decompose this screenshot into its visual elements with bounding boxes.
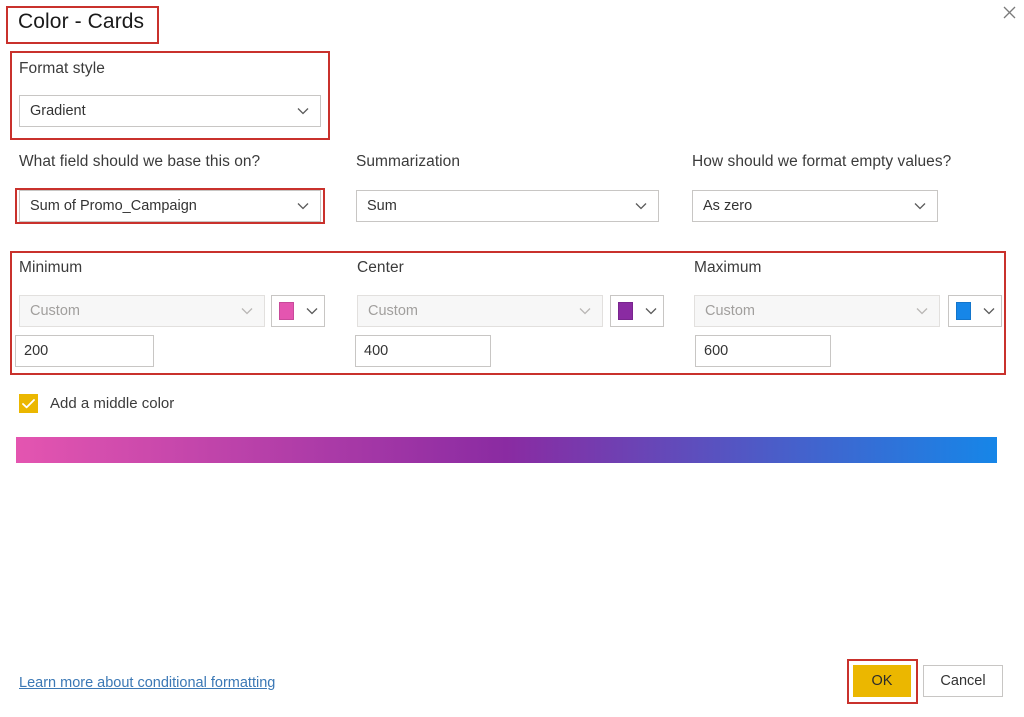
maximum-value-input[interactable]: 600 xyxy=(695,335,831,367)
base-field-label: What field should we base this on? xyxy=(19,153,261,170)
center-color-picker[interactable] xyxy=(610,295,664,327)
color-swatch-icon xyxy=(279,302,294,320)
color-swatch-icon xyxy=(956,302,971,320)
close-icon xyxy=(1003,6,1016,19)
dialog-title: Color - Cards xyxy=(18,10,145,33)
empty-values-label: How should we format empty values? xyxy=(692,153,952,170)
base-field-dropdown[interactable]: Sum of Promo_Campaign xyxy=(19,190,321,222)
maximum-mode-value: Custom xyxy=(705,303,755,319)
minimum-color-picker[interactable] xyxy=(271,295,325,327)
summarization-value: Sum xyxy=(367,198,397,214)
chevron-down-icon xyxy=(639,307,663,315)
chevron-down-icon xyxy=(574,307,596,315)
empty-values-dropdown[interactable]: As zero xyxy=(692,190,938,222)
color-swatch-icon xyxy=(618,302,633,320)
center-mode-value: Custom xyxy=(368,303,418,319)
close-button[interactable] xyxy=(997,0,1021,24)
summarization-label: Summarization xyxy=(356,153,461,170)
maximum-value-text: 600 xyxy=(704,343,729,359)
empty-values-value: As zero xyxy=(703,198,753,214)
base-field-value: Sum of Promo_Campaign xyxy=(30,198,197,214)
minimum-value-text: 200 xyxy=(24,343,49,359)
chevron-down-icon xyxy=(977,307,1001,315)
maximum-mode-dropdown[interactable]: Custom xyxy=(694,295,940,327)
chevron-down-icon xyxy=(909,202,931,210)
format-style-label: Format style xyxy=(19,60,105,77)
cancel-button[interactable]: Cancel xyxy=(923,665,1003,697)
center-label: Center xyxy=(357,259,404,276)
learn-more-link[interactable]: Learn more about conditional formatting xyxy=(19,675,275,691)
chevron-down-icon xyxy=(630,202,652,210)
chevron-down-icon xyxy=(292,107,314,115)
center-value-text: 400 xyxy=(364,343,389,359)
add-middle-color-label: Add a middle color xyxy=(50,395,175,412)
maximum-color-picker[interactable] xyxy=(948,295,1002,327)
summarization-dropdown[interactable]: Sum xyxy=(356,190,659,222)
minimum-mode-value: Custom xyxy=(30,303,80,319)
minimum-value-input[interactable]: 200 xyxy=(15,335,154,367)
checkbox-box xyxy=(19,394,38,413)
chevron-down-icon xyxy=(911,307,933,315)
chevron-down-icon xyxy=(292,202,314,210)
center-mode-dropdown[interactable]: Custom xyxy=(357,295,603,327)
gradient-preview-bar xyxy=(16,437,997,463)
chevron-down-icon xyxy=(300,307,324,315)
chevron-down-icon xyxy=(236,307,258,315)
minimum-mode-dropdown[interactable]: Custom xyxy=(19,295,265,327)
format-style-value: Gradient xyxy=(30,103,86,119)
format-style-dropdown[interactable]: Gradient xyxy=(19,95,321,127)
center-value-input[interactable]: 400 xyxy=(355,335,491,367)
check-icon xyxy=(22,398,35,409)
ok-button[interactable]: OK xyxy=(853,665,911,697)
maximum-label: Maximum xyxy=(694,259,762,276)
color-cards-dialog: Color - Cards Format style Gradient What… xyxy=(0,0,1024,717)
add-middle-color-checkbox[interactable]: Add a middle color xyxy=(19,394,174,413)
minimum-label: Minimum xyxy=(19,259,83,276)
